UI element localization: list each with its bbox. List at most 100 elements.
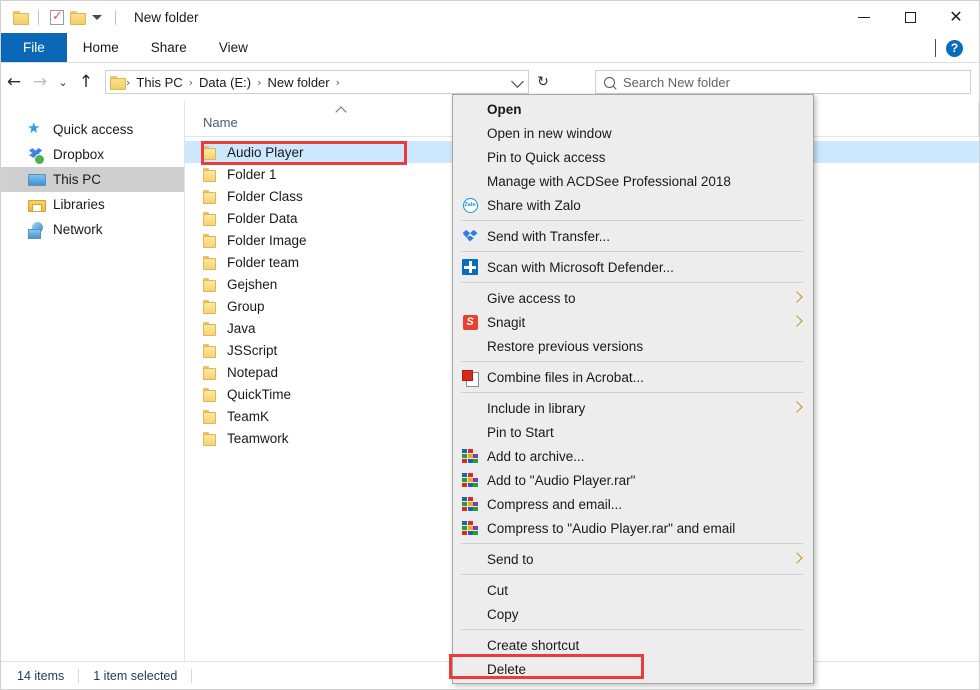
folder-icon [203, 300, 217, 313]
folder-icon [203, 388, 217, 401]
status-item-count: 14 items [17, 669, 64, 683]
navigation-pane: Quick access Dropbox This PC Libraries N… [1, 101, 185, 661]
menu-item-snagit[interactable]: S Snagit [453, 310, 813, 334]
winrar-icon [461, 471, 479, 489]
breadcrumb-item-new-folder[interactable]: New folder [262, 75, 334, 90]
dropbox-icon [461, 227, 479, 245]
properties-icon[interactable] [47, 7, 67, 27]
submenu-chevron-right-icon [791, 315, 802, 326]
menu-item-combine-files-in-acrobat[interactable]: Combine files in Acrobat... [453, 365, 813, 389]
sidebar-item-quick-access[interactable]: Quick access [1, 117, 184, 142]
menu-item-create-shortcut[interactable]: Create shortcut [453, 633, 813, 657]
menu-item-include-in-library[interactable]: Include in library [453, 396, 813, 420]
file-name: Folder Data [227, 211, 298, 226]
folder-icon [203, 322, 217, 335]
menu-item-label: Add to "Audio Player.rar" [487, 473, 635, 488]
zalo-icon: Zalo [461, 196, 479, 214]
menu-item-label: Open [487, 102, 522, 117]
menu-item-label: Send to [487, 552, 534, 567]
sidebar-item-network[interactable]: Network [1, 217, 184, 242]
menu-separator [461, 392, 803, 393]
menu-item-label: Scan with Microsoft Defender... [487, 260, 674, 275]
file-name: Notepad [227, 365, 278, 380]
menu-item-label: Delete [487, 662, 526, 677]
close-button[interactable]: ✕ [933, 1, 979, 33]
new-folder-icon[interactable] [67, 7, 87, 27]
menu-separator [461, 574, 803, 575]
folder-icon [203, 212, 217, 225]
menu-item-delete[interactable]: Delete [453, 657, 813, 681]
tab-file[interactable]: File [1, 33, 67, 62]
menu-item-compress-to-rar-and-email[interactable]: Compress to "Audio Player.rar" and email [453, 516, 813, 540]
window-controls: ✕ [841, 1, 979, 33]
menu-item-pin-to-quick-access[interactable]: Pin to Quick access [453, 145, 813, 169]
expand-ribbon-chevron-down-icon[interactable] [935, 39, 936, 57]
file-name: Folder Class [227, 189, 303, 204]
menu-icon-placeholder [461, 124, 479, 142]
folder-icon [203, 366, 217, 379]
tab-home[interactable]: Home [67, 33, 135, 62]
menu-item-send-with-transfer[interactable]: Send with Transfer... [453, 224, 813, 248]
forward-arrow-icon[interactable]: → [27, 69, 53, 95]
file-name: Gejshen [227, 277, 277, 292]
help-icon[interactable]: ? [946, 40, 963, 57]
menu-separator [461, 543, 803, 544]
menu-item-label: Copy [487, 607, 519, 622]
status-selection: 1 item selected [93, 669, 177, 683]
menu-item-manage-with-acdsee[interactable]: Manage with ACDSee Professional 2018 [453, 169, 813, 193]
maximize-button[interactable] [887, 1, 933, 33]
menu-item-label: Add to archive... [487, 449, 585, 464]
search-input[interactable]: Search New folder [595, 70, 971, 94]
search-icon [602, 74, 618, 90]
minimize-button[interactable] [841, 1, 887, 33]
back-arrow-icon[interactable]: ← [1, 69, 27, 95]
menu-icon-placeholder [461, 660, 479, 678]
sidebar-item-this-pc[interactable]: This PC [1, 167, 184, 192]
menu-item-share-with-zalo[interactable]: Zalo Share with Zalo [453, 193, 813, 217]
sidebar-item-dropbox[interactable]: Dropbox [1, 142, 184, 167]
menu-icon-placeholder [461, 172, 479, 190]
menu-item-open[interactable]: Open [453, 97, 813, 121]
menu-item-label: Snagit [487, 315, 525, 330]
menu-item-copy[interactable]: Copy [453, 602, 813, 626]
submenu-chevron-right-icon [791, 552, 802, 563]
menu-item-add-to-rar[interactable]: Add to "Audio Player.rar" [453, 468, 813, 492]
folder-icon[interactable] [10, 7, 30, 27]
menu-separator [461, 361, 803, 362]
search-placeholder: Search New folder [623, 75, 730, 90]
toolbar-divider [38, 10, 39, 25]
menu-item-label: Include in library [487, 401, 585, 416]
file-name: Folder 1 [227, 167, 277, 182]
breadcrumb-item-this-pc[interactable]: This PC [131, 75, 187, 90]
menu-icon-placeholder [461, 399, 479, 417]
customize-dropdown-icon[interactable] [87, 7, 107, 27]
title-bar: New folder ✕ [1, 1, 979, 33]
menu-item-send-to[interactable]: Send to [453, 547, 813, 571]
tab-share[interactable]: Share [135, 33, 203, 62]
tab-view[interactable]: View [203, 33, 264, 62]
quick-access-toolbar [1, 7, 124, 27]
ribbon-right-controls: ? [935, 33, 973, 63]
menu-item-compress-and-email[interactable]: Compress and email... [453, 492, 813, 516]
breadcrumb-item-data-e[interactable]: Data (E:) [194, 75, 256, 90]
winrar-icon [461, 519, 479, 537]
menu-item-give-access-to[interactable]: Give access to [453, 286, 813, 310]
breadcrumb[interactable]: › This PC › Data (E:) › New folder › [105, 70, 529, 94]
up-arrow-icon[interactable]: ↑ [73, 69, 99, 95]
menu-item-label: Share with Zalo [487, 198, 581, 213]
menu-item-pin-to-start[interactable]: Pin to Start [453, 420, 813, 444]
menu-item-restore-previous-versions[interactable]: Restore previous versions [453, 334, 813, 358]
menu-item-scan-with-defender[interactable]: Scan with Microsoft Defender... [453, 255, 813, 279]
recent-locations-chevron-down-icon[interactable]: ⌄ [53, 69, 73, 95]
menu-item-label: Manage with ACDSee Professional 2018 [487, 174, 731, 189]
refresh-icon[interactable]: ↻ [529, 70, 557, 94]
sidebar-item-libraries[interactable]: Libraries [1, 192, 184, 217]
menu-item-cut[interactable]: Cut [453, 578, 813, 602]
sidebar-item-label: Quick access [53, 122, 133, 137]
winrar-icon [461, 447, 479, 465]
column-header-name[interactable]: Name [185, 115, 238, 136]
menu-item-open-in-new-window[interactable]: Open in new window [453, 121, 813, 145]
acrobat-icon [461, 368, 479, 386]
breadcrumb-dropdown-chevron-icon[interactable] [511, 75, 524, 88]
menu-item-add-to-archive[interactable]: Add to archive... [453, 444, 813, 468]
